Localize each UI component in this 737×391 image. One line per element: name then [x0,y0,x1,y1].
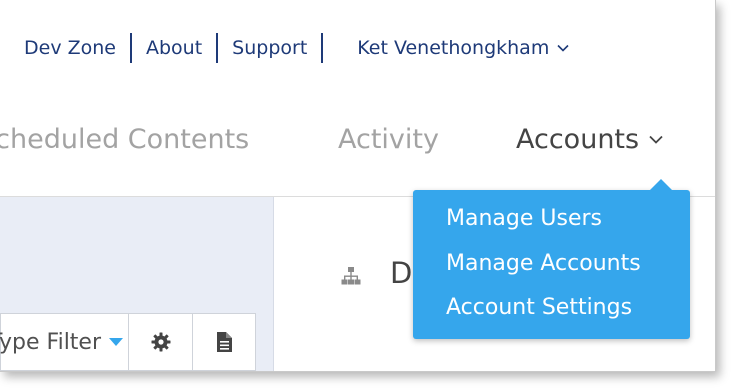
sitemap-icon [341,267,361,285]
caret-down-icon [109,337,124,346]
document-icon [217,332,232,352]
support-link[interactable]: Support [218,37,321,59]
tab-accounts[interactable]: Accounts [516,124,663,155]
tab-activity[interactable]: Activity [338,124,439,155]
menu-item-account-settings[interactable]: Account Settings [446,295,632,320]
chevron-down-icon [557,44,569,52]
app-window: Dev Zone About Support Ket Venethongkham… [0,0,716,372]
dropdown-pointer [649,179,673,191]
user-name: Ket Venethongkham [357,37,550,59]
filter-toolbar: Type Filter [0,313,256,371]
content-heading: D [390,256,413,290]
menu-item-manage-users[interactable]: Manage Users [446,206,602,231]
gear-icon [151,332,170,352]
accounts-dropdown-menu: Manage Users Manage Accounts Account Set… [413,179,690,339]
export-document-button[interactable] [192,313,256,371]
filter-label: Type Filter [0,329,102,355]
dev-zone-link[interactable]: Dev Zone [0,37,130,59]
type-filter-dropdown[interactable]: Type Filter [0,313,128,371]
menu-item-manage-accounts[interactable]: Manage Accounts [446,251,641,276]
chevron-down-icon [649,135,663,144]
top-utility-links: Dev Zone About Support Ket Venethongkham [0,30,569,66]
about-link[interactable]: About [132,37,216,59]
settings-button[interactable] [128,313,192,371]
user-menu[interactable]: Ket Venethongkham [323,37,569,59]
tab-scheduled-contents[interactable]: Scheduled Contents [0,124,249,155]
tab-accounts-label: Accounts [516,124,640,155]
main-nav: Scheduled Contents Activity Accounts [0,112,715,170]
